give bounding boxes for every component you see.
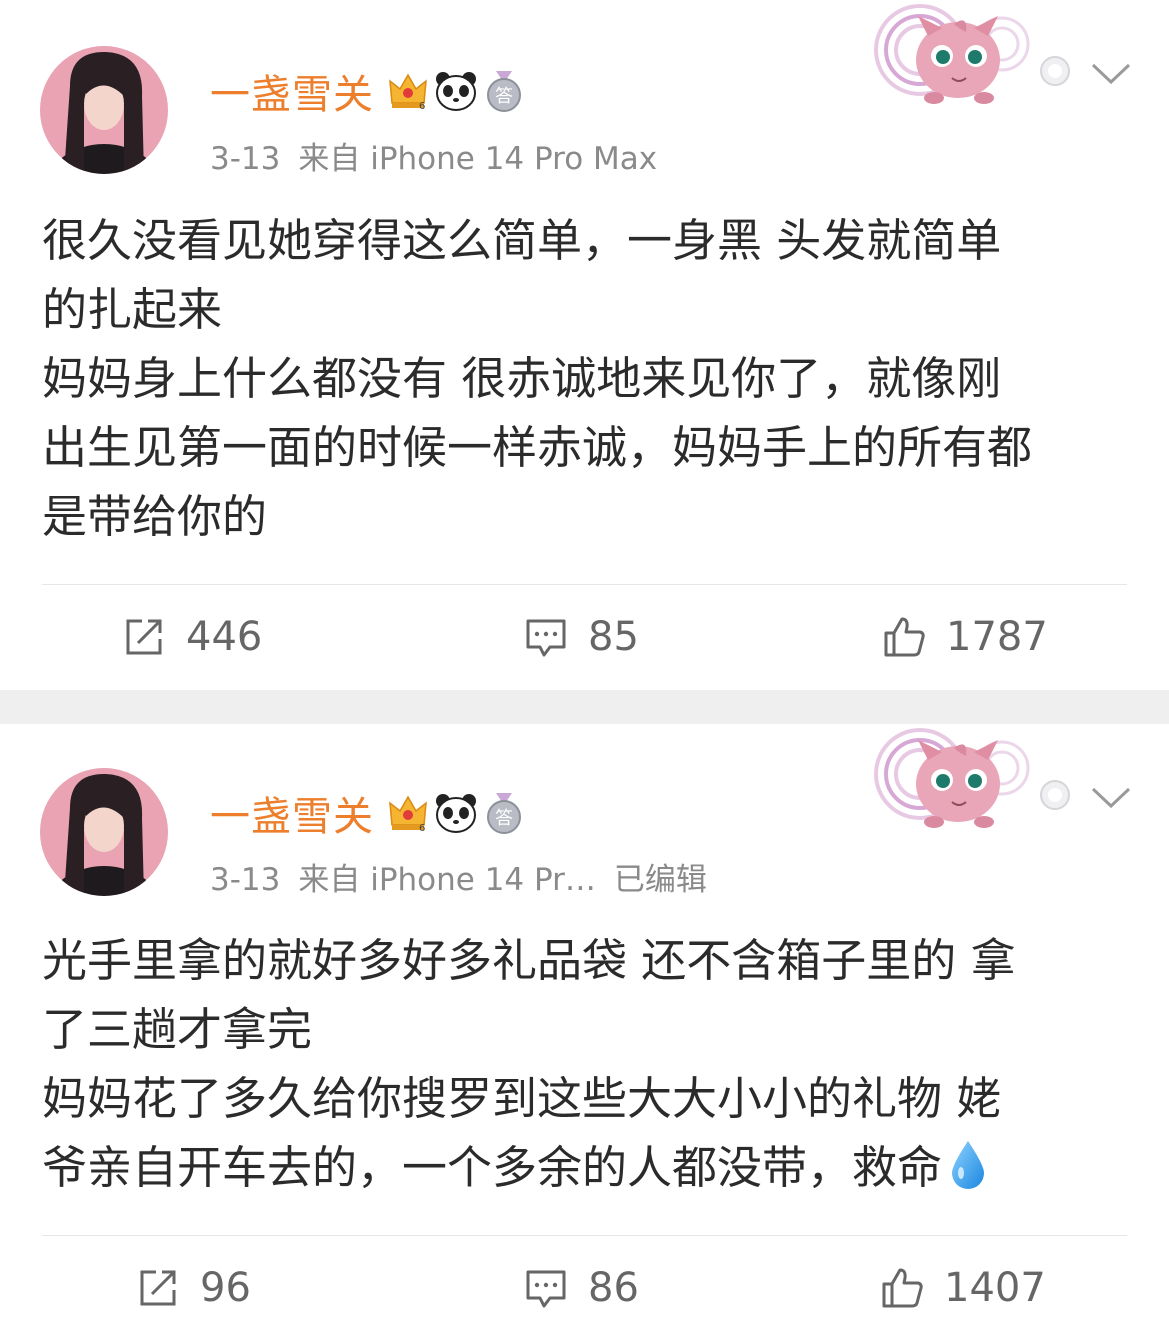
edited-label[interactable]: 已编辑 [614, 862, 707, 898]
username[interactable]: 一盏雪关 [210, 62, 374, 120]
crown-badge-icon[interactable]: 6 [386, 791, 430, 835]
content-line: 光手里拿的就好多好多礼品袋 还不含箱子里的 拿 [42, 934, 1016, 987]
jigglypuff-decoration-icon [872, 726, 1038, 830]
like-count: 1787 [946, 614, 1048, 660]
more-dot-icon[interactable] [1038, 778, 1072, 812]
post-actions: 446 85 1787 [0, 607, 1169, 667]
user-name-row: 一盏雪关 6 答 [210, 66, 530, 118]
action-divider [42, 1235, 1127, 1236]
medal-badge-icon[interactable]: 答 [482, 791, 526, 835]
medal-badge-icon[interactable]: 答 [482, 69, 526, 113]
post-date: 3-13 [210, 862, 281, 898]
repost-button[interactable]: 96 [136, 1258, 251, 1318]
chevron-down-icon[interactable] [1090, 782, 1132, 812]
comment-icon [526, 619, 566, 657]
repost-count: 96 [200, 1265, 251, 1311]
repost-icon [140, 1270, 176, 1306]
like-count: 1407 [944, 1265, 1046, 1311]
post-meta: 3-13 来自 iPhone 14 Pro Max [210, 133, 657, 178]
post-date: 3-13 [210, 141, 281, 177]
repost-icon [126, 619, 162, 655]
post-source: 来自 iPhone 14 Pro Max [298, 141, 658, 177]
content-line: 出生见第一面的时候一样赤诚，妈妈手上的所有都 [42, 421, 1033, 474]
like-button[interactable]: 1787 [882, 607, 1048, 667]
post-content: 光手里拿的就好多好多礼品袋 还不含箱子里的 拿 了三趟才拿完 妈妈花了多久给你搜… [42, 926, 1132, 1202]
content-line: 妈妈花了多久给你搜罗到这些大大小小的礼物 姥 [42, 1072, 1002, 1125]
svg-text:6: 6 [419, 823, 425, 834]
svg-text:答: 答 [495, 86, 513, 107]
chevron-down-icon[interactable] [1090, 58, 1132, 88]
post-actions: 96 86 1407 [0, 1258, 1169, 1318]
like-button[interactable]: 1407 [880, 1258, 1046, 1318]
comment-count: 85 [588, 614, 639, 660]
panda-badge-icon[interactable] [434, 69, 478, 113]
more-dot-icon[interactable] [1038, 54, 1072, 88]
water-drop-emoji-icon [948, 1139, 988, 1191]
svg-text:6: 6 [419, 101, 425, 112]
weibo-post-1: 一盏雪关 6 答 3-13 来自 iPhone 14 Pro Max 很久没看见… [0, 0, 1169, 690]
panda-badge-icon[interactable] [434, 791, 478, 835]
comment-button[interactable]: 86 [524, 1258, 639, 1318]
comment-icon [526, 1270, 566, 1308]
comment-button[interactable]: 85 [524, 607, 639, 667]
like-icon [884, 617, 925, 657]
content-line: 很久没看见她穿得这么简单，一身黑 头发就简单 [42, 214, 1002, 267]
content-line: 了三趟才拿完 [42, 1003, 313, 1056]
repost-count: 446 [186, 614, 263, 660]
username[interactable]: 一盏雪关 [210, 784, 374, 842]
content-line: 的扎起来 [42, 283, 223, 336]
content-line-with-emoji: 爷亲自开车去的，一个多余的人都没带，救命 [42, 1133, 1132, 1202]
weibo-post-2: 一盏雪关 6 答 3-13 来自 iPhone 14 Pr… 已编辑 光手里拿的… [0, 724, 1169, 1333]
action-divider [42, 584, 1127, 585]
like-icon [882, 1268, 923, 1308]
user-avatar[interactable] [40, 46, 168, 174]
content-line: 是带给你的 [42, 490, 268, 543]
repost-button[interactable]: 446 [122, 607, 262, 667]
post-content: 很久没看见她穿得这么简单，一身黑 头发就简单 的扎起来 妈妈身上什么都没有 很赤… [42, 206, 1132, 551]
post-meta: 3-13 来自 iPhone 14 Pr… 已编辑 [210, 854, 707, 899]
content-line: 妈妈身上什么都没有 很赤诚地来见你了，就像刚 [42, 352, 1002, 405]
post-source: 来自 iPhone 14 Pr… [298, 862, 596, 898]
svg-text:答: 答 [495, 808, 513, 829]
crown-badge-icon[interactable]: 6 [386, 69, 430, 113]
post-separator [0, 690, 1169, 724]
jigglypuff-decoration-icon [872, 2, 1038, 106]
user-avatar[interactable] [40, 768, 168, 896]
comment-count: 86 [588, 1265, 639, 1311]
content-line: 爷亲自开车去的，一个多余的人都没带，救命 [42, 1141, 943, 1194]
user-name-row: 一盏雪关 6 答 [210, 788, 530, 840]
